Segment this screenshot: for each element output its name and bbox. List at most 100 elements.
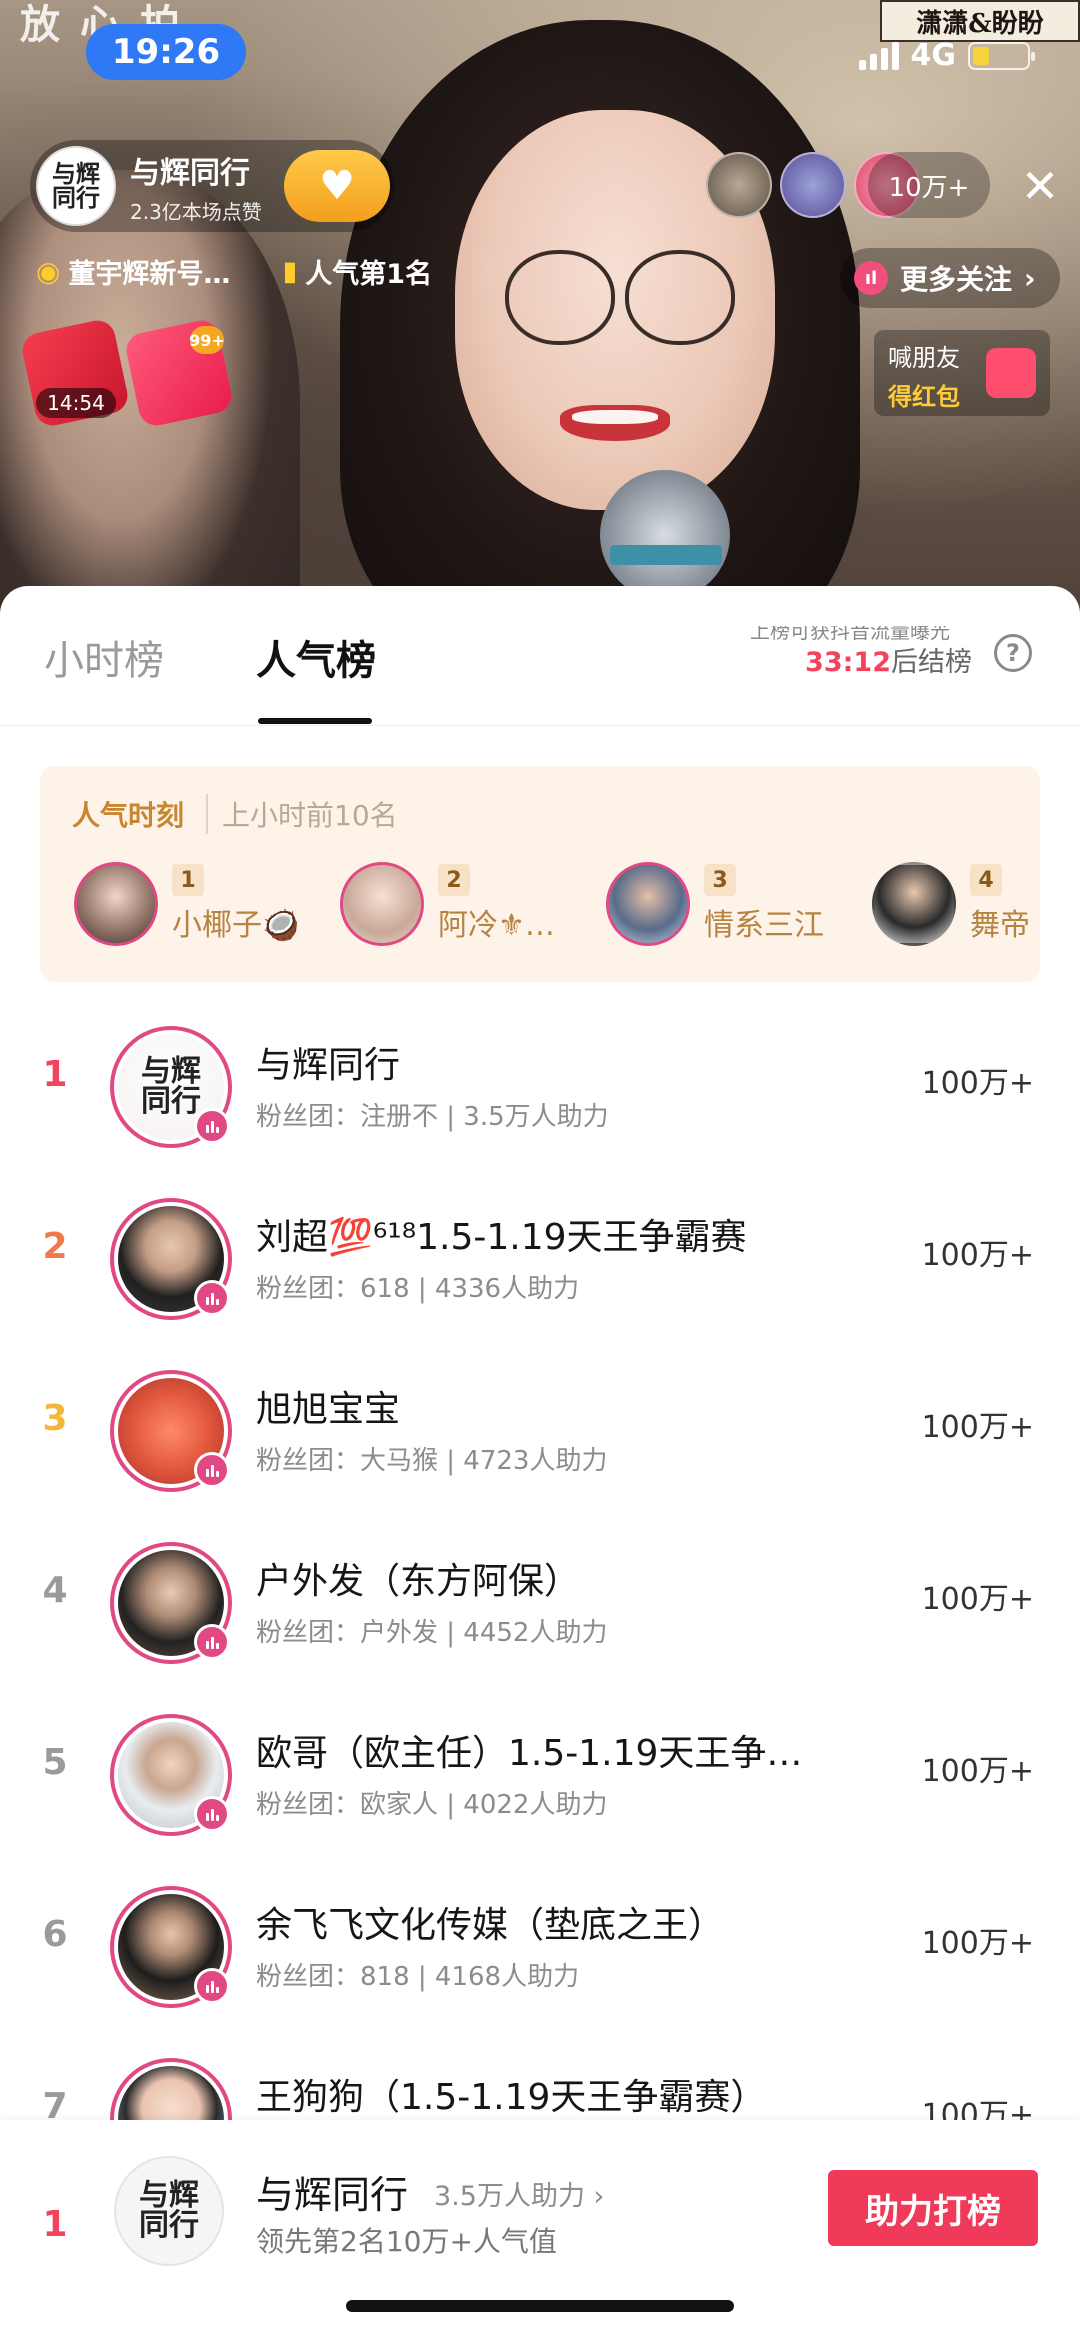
fan-club-icon (194, 1968, 230, 2004)
moment-name: 小椰子🥥 (172, 908, 300, 943)
moment-item[interactable]: 4 舞帝 (872, 862, 1040, 946)
more-follow-label: 更多关注 (900, 263, 1013, 296)
plus-heart-icon: ♥ (319, 163, 355, 209)
moment-rank: 1 (172, 864, 204, 896)
moment-name: 舞帝 (970, 908, 1030, 943)
follow-button[interactable]: ♥ (284, 150, 390, 222)
streamer-name: 户外发（东方阿保） (256, 1561, 581, 1602)
bar-chart-icon: ▮ (282, 256, 298, 287)
countdown: 33:12后结榜 (805, 640, 972, 679)
countdown-time: 33:12 (805, 647, 891, 678)
moment-item[interactable]: 1 小椰子🥥 (74, 862, 312, 946)
tag-row: ◉ 董宇辉新号… ▮ 人气第1名 (36, 252, 432, 291)
streamer-name: 旭旭宝宝 (256, 1389, 401, 1430)
avatar (340, 862, 424, 946)
fan-club-info: 粉丝团：欧家人 | 4022人助力 (256, 1790, 608, 1820)
list-item[interactable]: 5 欧哥（欧主任）1.5-1.19天王争… 粉丝团：欧家人 | 4022人助力 … (0, 1690, 1080, 1862)
popularity-moment-card[interactable]: 人气时刻 上小时前10名 1 小椰子🥥 2 阿冷⚜… 3 情系三江 4 舞帝 (40, 766, 1040, 982)
moment-name: 阿冷⚜… (438, 908, 555, 943)
fan-club-info: 粉丝团：注册不 | 3.5万人助力 (256, 1102, 609, 1132)
avatar[interactable] (110, 1370, 232, 1492)
tab-popularity[interactable]: 人气榜 (256, 628, 376, 686)
list-item[interactable]: 6 余飞飞文化传媒（垫底之王） 粉丝团：818 | 4168人助力 100万+ (0, 1862, 1080, 2034)
viewer-avatar[interactable] (780, 152, 846, 218)
streamer-name: 刘超💯⁶¹⁸1.5-1.19天王争霸赛 (256, 1217, 747, 1258)
red-envelope-icon (986, 348, 1036, 398)
current-host-avatar[interactable]: 与辉同行 (114, 2156, 224, 2266)
streamer-name: 与辉同行 (256, 1045, 401, 1086)
list-item[interactable]: 3 旭旭宝宝 粉丝团：大马猴 | 4723人助力 100万+ (0, 1346, 1080, 1518)
chevron-right-icon: › (1024, 261, 1036, 295)
lead-info: 领先第2名10万+人气值 (256, 2225, 557, 2258)
rank-number: 2 (42, 1226, 68, 1267)
moment-item[interactable]: 3 情系三江 (606, 862, 844, 946)
rank-number: 4 (42, 1570, 68, 1611)
viewer-count[interactable]: 10万+ (868, 152, 990, 218)
avatar[interactable] (110, 1886, 232, 2008)
fan-club-info: 粉丝团：618 | 4336人助力 (256, 1274, 580, 1304)
flame-icon: ◉ (36, 255, 61, 288)
list-item[interactable]: 1 与辉同行 与辉同行 粉丝团：注册不 | 3.5万人助力 100万+ (0, 1002, 1080, 1174)
avatar (74, 862, 158, 946)
avatar[interactable] (110, 1714, 232, 1836)
popularity-score: 100万+ (921, 1754, 1034, 1789)
viewer-avatar[interactable] (706, 152, 772, 218)
moment-name: 情系三江 (704, 908, 824, 943)
fan-club-info: 粉丝团：户外发 | 4452人助力 (256, 1618, 608, 1648)
list-item[interactable]: 2 刘超💯⁶¹⁸1.5-1.19天王争霸赛 粉丝团：618 | 4336人助力 … (0, 1174, 1080, 1346)
popularity-tag[interactable]: ▮ 人气第1名 (282, 252, 432, 291)
host-likes: 2.3亿本场点赞 (130, 199, 262, 224)
moment-title: 人气时刻 (72, 799, 185, 832)
ranking-sheet: 小时榜 人气榜 上榜可获抖音流量曝光 33:12后结榜 ? 人气时刻 上小时前1… (0, 586, 1080, 2336)
moment-list: 1 小椰子🥥 2 阿冷⚜… 3 情系三江 4 舞帝 (74, 862, 1040, 946)
fan-club-icon (194, 1108, 230, 1144)
popularity-score: 100万+ (921, 1238, 1034, 1273)
avatar[interactable]: 与辉同行 (110, 1026, 232, 1148)
list-item[interactable]: 4 户外发（东方阿保） 粉丝团：户外发 | 4452人助力 100万+ (0, 1518, 1080, 1690)
live-video[interactable] (0, 0, 1080, 620)
gift-timer: 14:54 (36, 388, 116, 418)
current-host-name: 与辉同行 (256, 2173, 409, 2217)
topic-tag[interactable]: ◉ 董宇辉新号… (36, 252, 230, 291)
close-icon[interactable]: ✕ (1012, 158, 1068, 214)
boost-rank-button[interactable]: 助力打榜 (828, 2170, 1038, 2246)
fan-club-icon (194, 1452, 230, 1488)
popularity-score: 100万+ (921, 1582, 1034, 1617)
video-glasses-right (625, 250, 735, 345)
rank-number: 1 (42, 1054, 68, 1095)
popularity-score: 100万+ (921, 1926, 1034, 1961)
topic-label: 董宇辉新号… (68, 259, 231, 290)
avatar[interactable] (110, 1542, 232, 1664)
help-icon[interactable]: ? (994, 634, 1032, 672)
status-time: 19:26 (86, 24, 246, 80)
microphone-image (600, 470, 730, 600)
microphone-band (610, 545, 722, 565)
active-tab-indicator (258, 718, 372, 724)
sound-wave-icon: ıl (854, 261, 888, 295)
fan-club-info: 粉丝团：大马猴 | 4723人助力 (256, 1446, 608, 1476)
rank-number: 6 (42, 1914, 68, 1955)
home-indicator[interactable] (346, 2300, 734, 2312)
avatar (606, 862, 690, 946)
fan-club-icon (194, 1280, 230, 1316)
moment-subtitle: 上小时前10名 (206, 794, 398, 834)
invite-redpack-button[interactable]: 喊朋友 得红包 (874, 330, 1050, 416)
moment-rank: 3 (704, 864, 736, 896)
current-host-help-count[interactable]: 3.5万人助力 › (434, 2174, 604, 2213)
rank-number: 3 (42, 1398, 68, 1439)
popularity-label: 人气第1名 (305, 259, 433, 290)
network-type: 4G (910, 38, 957, 73)
gift-badge: 99+ (189, 326, 225, 354)
tab-hourly[interactable]: 小时榜 (44, 628, 164, 686)
countdown-suffix: 后结榜 (891, 647, 972, 678)
more-follow-button[interactable]: ıl 更多关注 › (840, 248, 1060, 308)
streamer-name: 欧哥（欧主任）1.5-1.19天王争… (256, 1733, 803, 1774)
video-glasses-left (505, 250, 615, 345)
current-rank-number: 1 (42, 2204, 68, 2245)
ranking-tabs: 小时榜 人气榜 上榜可获抖音流量曝光 33:12后结榜 ? (0, 586, 1080, 726)
moment-item[interactable]: 2 阿冷⚜… (340, 862, 578, 946)
status-indicators: 4G (858, 38, 1035, 73)
host-avatar[interactable]: 与辉同行 (36, 146, 116, 226)
avatar[interactable] (110, 1198, 232, 1320)
popularity-score: 100万+ (921, 1066, 1034, 1101)
